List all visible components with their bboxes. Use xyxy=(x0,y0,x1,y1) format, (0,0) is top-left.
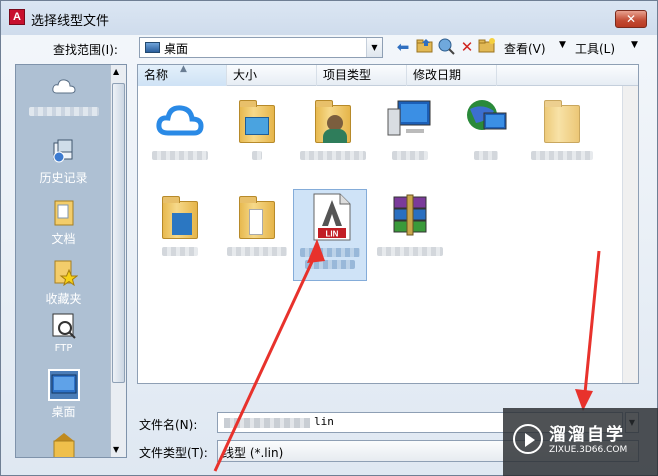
arrow-line-right xyxy=(583,250,601,394)
watermark-logo: 溜溜自学 ZIXUE.3D66.COM xyxy=(503,408,658,476)
watermark-url: ZIXUE.3D66.COM xyxy=(549,445,628,455)
arrow-line-left xyxy=(213,250,319,472)
select-linetype-dialog: A 选择线型文件 ✕ 查找范围(I): 桌面 ▼ ⬅ ✕ 查看(V) ▼ 工具(… xyxy=(0,0,658,476)
arrowhead-left xyxy=(307,239,325,263)
watermark-title: 溜溜自学 xyxy=(549,425,625,445)
annotation-arrows xyxy=(213,239,601,472)
play-icon xyxy=(513,424,543,454)
